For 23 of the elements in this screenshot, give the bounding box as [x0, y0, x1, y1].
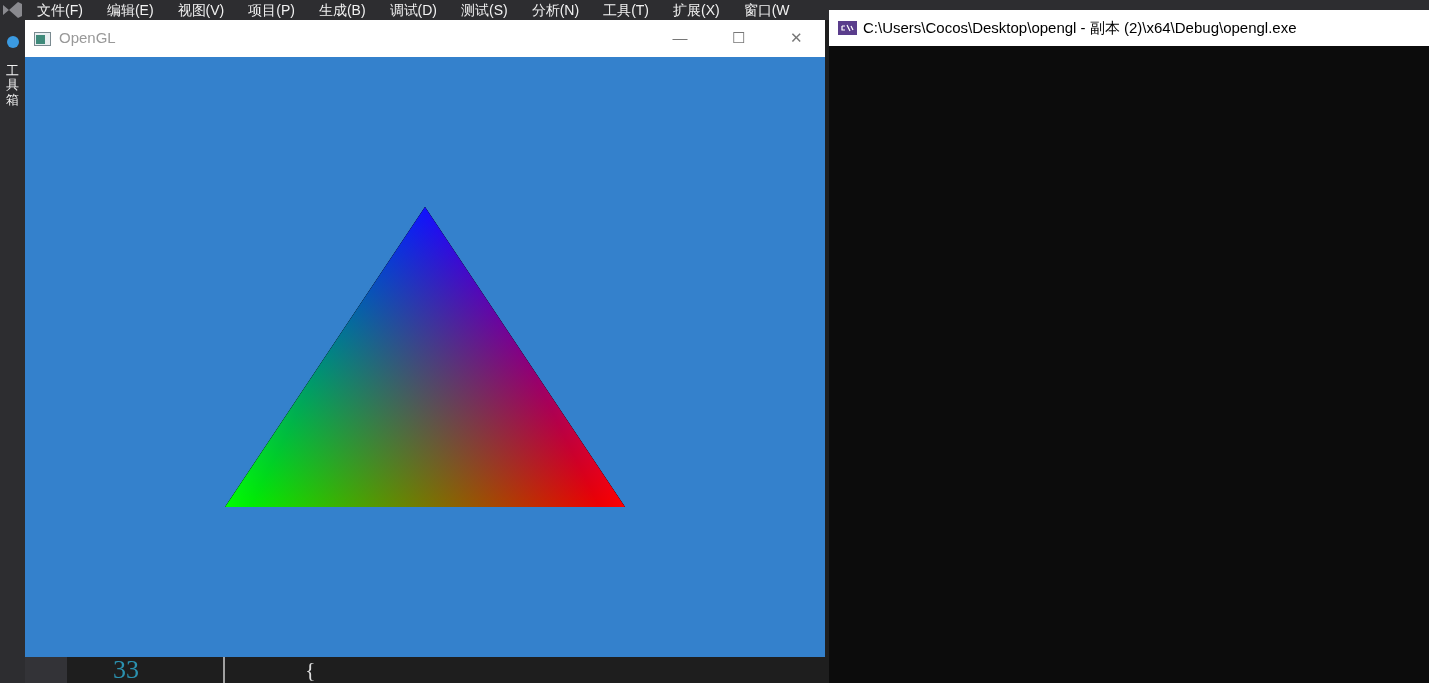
line-number: 33: [113, 657, 139, 683]
window-title: OpenGL: [59, 28, 116, 49]
collapse-icon[interactable]: [6, 36, 19, 48]
menu-item[interactable]: 文件(F): [37, 0, 83, 21]
menu-item[interactable]: 编辑(E): [106, 0, 154, 21]
side-panel-tab[interactable]: 工具箱: [6, 64, 19, 107]
menu-item[interactable]: 扩展(X): [673, 0, 720, 21]
menu-item[interactable]: 分析(N): [531, 0, 580, 21]
menu-item[interactable]: 项目(P): [248, 0, 295, 21]
console-icon: [838, 21, 857, 35]
window-title: C:\Users\Cocos\Desktop\opengl - 副本 (2)\x64\Debug\opengl.exe: [863, 17, 1297, 38]
logo-icon: [1, 1, 23, 19]
menu-item[interactable]: 调试(D): [389, 0, 437, 21]
maximize-button[interactable]: ☐: [709, 20, 767, 57]
menu-item[interactable]: 生成(B): [318, 0, 366, 21]
menu-item[interactable]: 测试(S): [461, 0, 508, 21]
menu-item[interactable]: 窗口(W: [743, 0, 790, 21]
minimize-button[interactable]: —: [651, 20, 709, 57]
menu-item[interactable]: 工具(T): [603, 0, 649, 21]
menu-item[interactable]: 视图(V): [177, 0, 225, 21]
close-button[interactable]: ✕: [767, 20, 825, 57]
app-icon: [34, 31, 51, 46]
code-text: {: [305, 657, 316, 683]
